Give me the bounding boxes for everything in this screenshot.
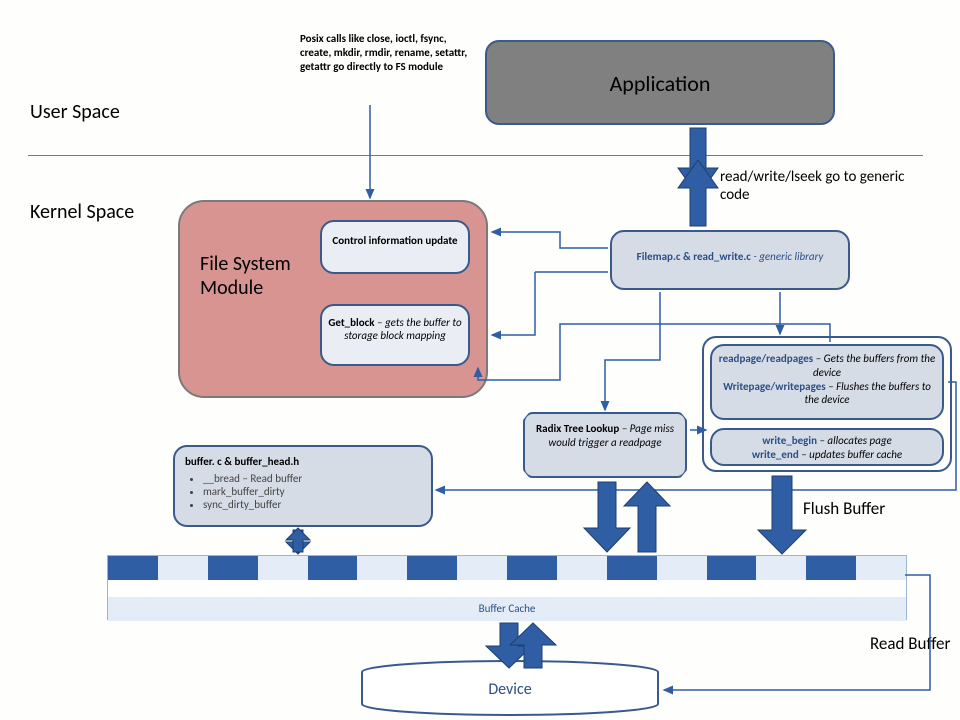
connectors (0, 0, 960, 720)
